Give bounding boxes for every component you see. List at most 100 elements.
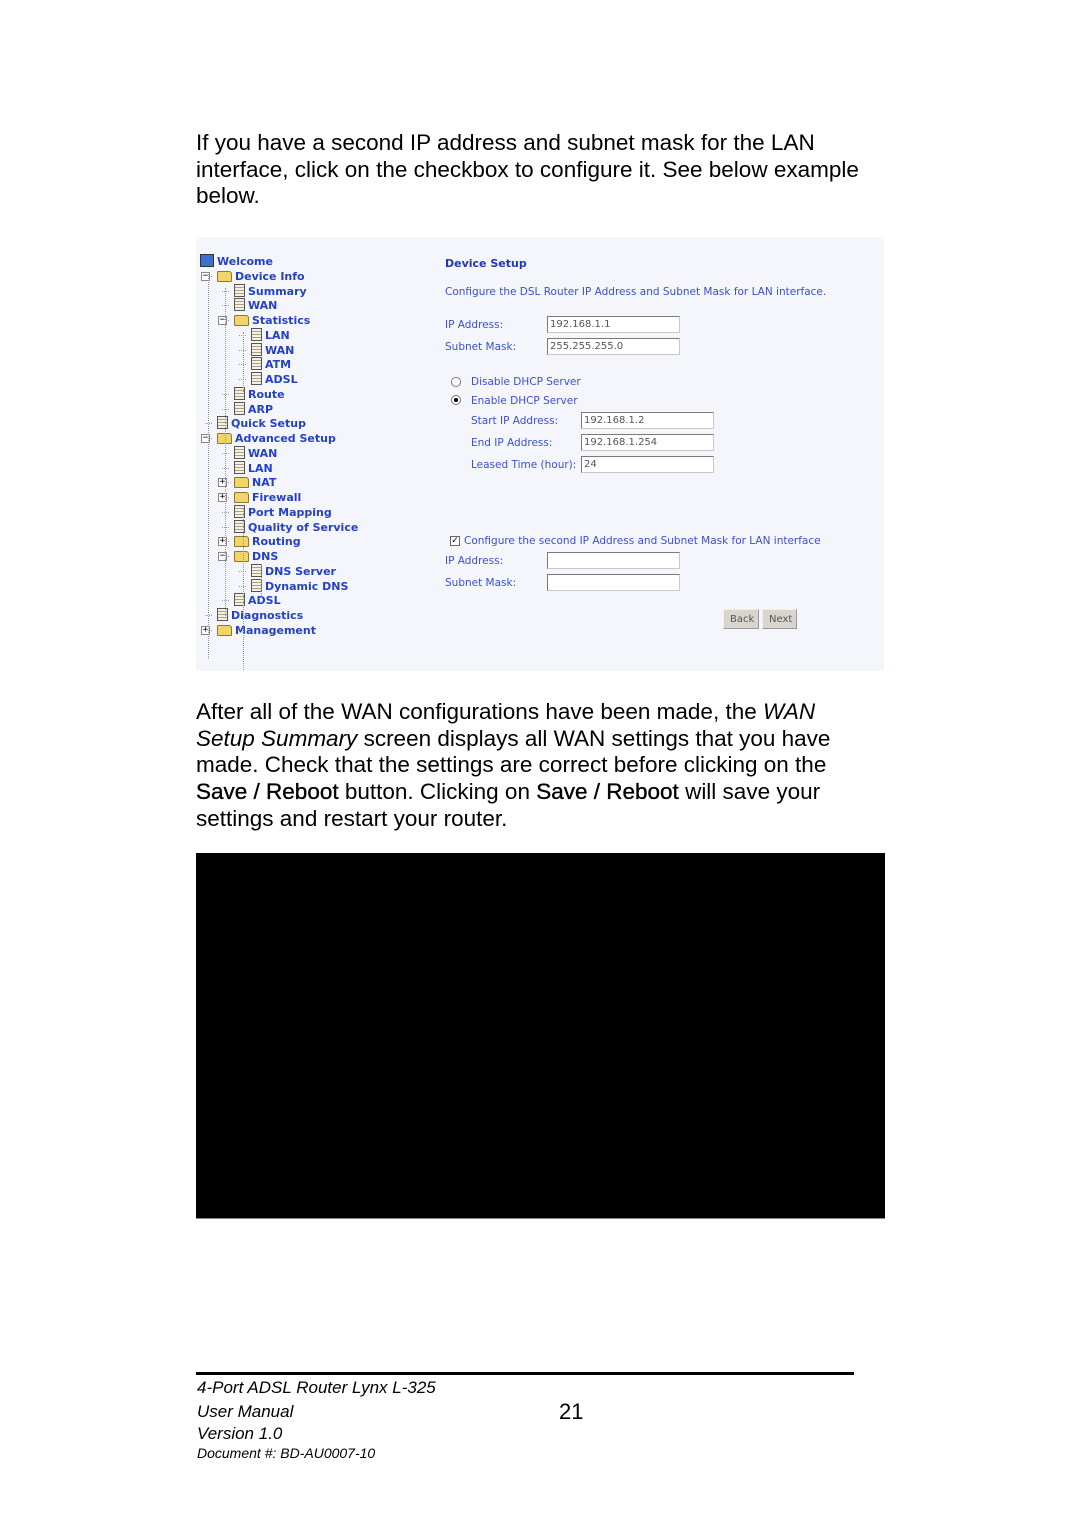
tree-item[interactable]: Quick Setup xyxy=(217,416,306,431)
page-number: 21 xyxy=(559,1399,584,1424)
document-icon xyxy=(217,416,228,430)
tree-item[interactable]: Management xyxy=(217,623,316,638)
tree-item-label: WAN xyxy=(265,343,295,357)
document-icon xyxy=(234,460,245,474)
lease-time-input[interactable] xyxy=(581,456,714,473)
tree-guide-line xyxy=(225,288,226,618)
document-icon xyxy=(234,283,245,297)
text-run: button. Clicking on xyxy=(338,779,537,805)
tree-item[interactable]: ADSL xyxy=(234,593,281,608)
document-icon xyxy=(234,298,245,312)
subnet-mask-input[interactable] xyxy=(547,338,680,355)
tree-item[interactable]: Welcome xyxy=(200,254,273,269)
tree-item[interactable]: Quality of Service xyxy=(234,519,359,535)
tree-item-label: ADSL xyxy=(248,594,281,608)
tree-item[interactable]: Summary xyxy=(234,283,307,299)
second-subnet-mask-label: Subnet Mask: xyxy=(445,577,517,589)
folder-icon xyxy=(217,624,232,636)
back-button[interactable]: Back xyxy=(723,609,759,629)
save-reboot-term: Save / Reboot xyxy=(536,779,679,805)
tree-item[interactable]: Advanced Setup xyxy=(217,431,336,446)
footer-divider xyxy=(196,1372,854,1375)
enable-dhcp-radio[interactable] xyxy=(451,395,461,405)
document-icon xyxy=(251,342,262,356)
tree-item[interactable]: ARP xyxy=(234,401,273,417)
page-description: Configure the DSL Router IP Address and … xyxy=(445,286,827,298)
tree-item-label: ADSL xyxy=(265,373,298,386)
lease-time-label: Leased Time (hour): xyxy=(471,459,577,471)
tree-item-label: DNS Server xyxy=(265,564,336,578)
folder-open-icon xyxy=(217,270,232,282)
tree-item-label: Device Info xyxy=(235,269,305,283)
folder-icon xyxy=(234,492,249,503)
tree-item-label: Firewall xyxy=(252,491,302,504)
second-ip-address-input[interactable] xyxy=(547,552,680,569)
enable-dhcp-label: Enable DHCP Server xyxy=(471,395,578,407)
start-ip-input[interactable] xyxy=(581,412,714,429)
tree-item[interactable]: ATM xyxy=(251,357,291,372)
footer-document-number: Document #: BD-AU0007-10 xyxy=(197,1445,376,1461)
disable-dhcp-radio[interactable] xyxy=(451,377,461,387)
folder-open-icon xyxy=(234,551,249,562)
tree-item-label: Routing xyxy=(252,535,301,549)
intro-paragraph: If you have a second IP address and subn… xyxy=(196,130,859,209)
page-heading: Device Setup xyxy=(445,257,527,270)
tree-guide-line xyxy=(243,508,244,671)
tree-item-label: WAN xyxy=(248,299,278,313)
text-run: After all of the WAN configurations have… xyxy=(196,699,763,724)
tree-guide-line xyxy=(243,332,244,392)
disable-dhcp-label: Disable DHCP Server xyxy=(471,376,581,388)
tree-item[interactable]: NAT xyxy=(234,475,276,490)
tree-item[interactable]: LAN xyxy=(234,460,273,476)
tree-item-label: Dynamic DNS xyxy=(265,579,349,593)
router-device-setup-screenshot: Welcome − Device Info Summary WAN − Statistics… xyxy=(196,237,884,671)
tree-item[interactable]: ADSL xyxy=(251,372,298,387)
tree-item[interactable]: Dynamic DNS xyxy=(251,578,349,594)
tree-item-label: Quick Setup xyxy=(231,417,306,431)
computer-icon xyxy=(200,254,214,267)
tree-item[interactable]: Device Info xyxy=(217,269,305,284)
tree-item[interactable]: WAN xyxy=(251,342,295,358)
tree-item[interactable]: LAN xyxy=(251,327,290,343)
tree-item-label: Quality of Service xyxy=(248,520,359,534)
document-icon xyxy=(217,608,228,621)
tree-item[interactable]: DNS Server xyxy=(251,563,336,579)
ip-address-label: IP Address: xyxy=(445,319,504,331)
subnet-mask-label: Subnet Mask: xyxy=(445,341,517,353)
tree-item[interactable]: WAN xyxy=(234,445,277,461)
tree-item-label: LAN xyxy=(265,328,290,342)
folder-icon xyxy=(234,477,249,489)
tree-item[interactable]: Diagnostics xyxy=(217,608,303,623)
end-ip-label: End IP Address: xyxy=(471,437,553,449)
second-subnet-mask-input[interactable] xyxy=(547,574,680,591)
tree-item-label: ATM xyxy=(265,358,292,372)
footer-product: 4-Port ADSL Router Lynx L-325 xyxy=(197,1378,436,1397)
document-icon xyxy=(251,357,262,371)
wan-summary-paragraph: After all of the WAN configurations have… xyxy=(196,699,876,833)
tree-item-label: Diagnostics xyxy=(231,609,304,622)
folder-open-icon xyxy=(234,315,249,326)
document-icon xyxy=(234,445,245,459)
start-ip-label: Start IP Address: xyxy=(471,415,559,427)
next-button[interactable]: Next xyxy=(762,609,797,629)
tree-item[interactable]: WAN xyxy=(234,298,277,313)
tree-item-label: Statistics xyxy=(252,314,311,327)
tree-item[interactable]: Route xyxy=(234,386,285,402)
ip-address-input[interactable] xyxy=(547,316,680,333)
end-ip-input[interactable] xyxy=(581,434,714,451)
tree-item-label: Welcome xyxy=(217,255,273,268)
second-ip-checkbox-label: Configure the second IP Address and Subn… xyxy=(464,535,821,547)
tree-item-label: NAT xyxy=(252,476,277,490)
folder-icon xyxy=(234,536,249,548)
second-ip-address-label: IP Address: xyxy=(445,555,504,567)
document-icon xyxy=(234,401,245,415)
second-ip-checkbox[interactable]: ✓ xyxy=(450,536,460,546)
tree-item[interactable]: Firewall xyxy=(234,490,301,505)
save-reboot-term: Save / Reboot xyxy=(196,779,339,805)
tree-item-label: Management xyxy=(235,623,316,637)
document-icon xyxy=(251,372,262,385)
tree-item[interactable]: Port Mapping xyxy=(234,504,332,520)
tree-item-label: Port Mapping xyxy=(248,505,332,519)
tree-item[interactable]: DNS xyxy=(234,549,278,564)
tree-item[interactable]: Statistics xyxy=(234,313,310,328)
